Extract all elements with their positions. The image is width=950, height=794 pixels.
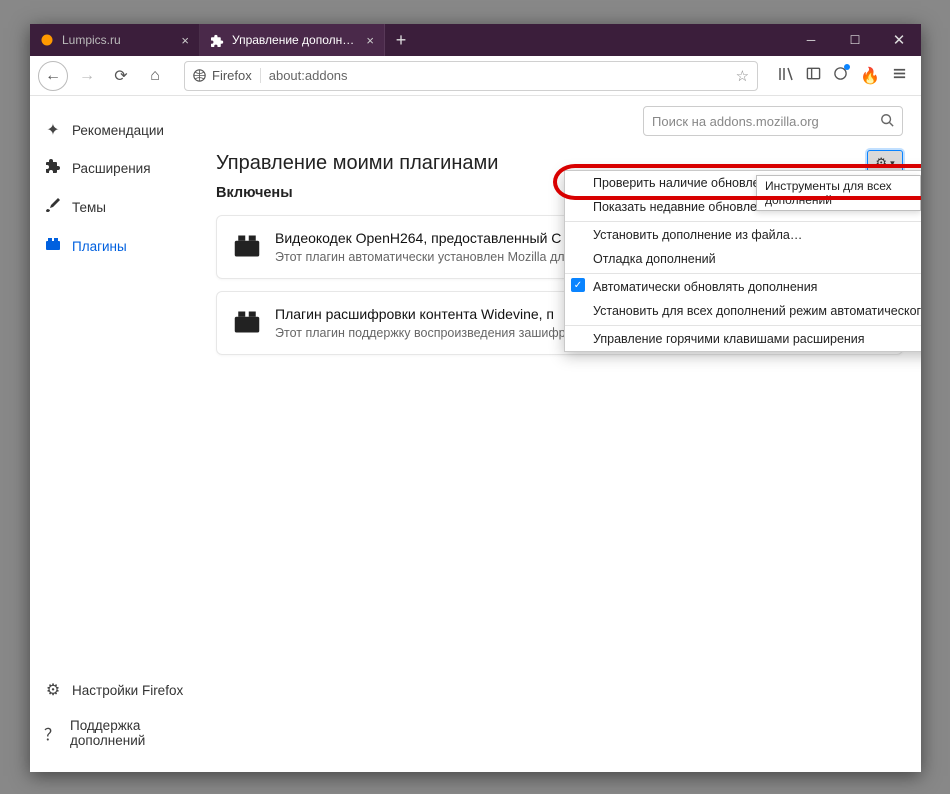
addons-sidebar: ✦ Рекомендации Расширения Темы Плагины <box>30 96 212 772</box>
notification-icon[interactable] <box>833 66 848 85</box>
sidebar-item-plugins[interactable]: Плагины <box>34 228 208 265</box>
sidebar-item-label: Поддержка дополнений <box>70 718 198 748</box>
favicon-addons <box>210 33 224 47</box>
sparkle-icon: ✦ <box>44 120 62 140</box>
sidebar-item-settings[interactable]: ⚙ Настройки Firefox <box>34 672 208 708</box>
brush-icon <box>44 197 62 218</box>
tab-label: Lumpics.ru <box>62 33 173 47</box>
minimize-button[interactable]: ─ <box>789 24 833 56</box>
nav-bar: ← → ⟳ ⌂ Firefox about:addons ☆ 🔥 <box>30 56 921 96</box>
tab-lumpics[interactable]: Lumpics.ru × <box>30 24 200 56</box>
puzzle-icon <box>44 158 62 179</box>
sidebar-item-label: Рекомендации <box>72 123 164 138</box>
menu-item-reset-update-mode[interactable]: Установить для всех дополнений режим авт… <box>565 299 921 323</box>
search-placeholder: Поиск на addons.mozilla.org <box>652 114 880 129</box>
url-text: about:addons <box>269 68 736 83</box>
plugin-icon <box>44 236 62 257</box>
menu-item-manage-shortcuts[interactable]: Управление горячими клавишами расширения <box>565 325 921 351</box>
close-window-button[interactable]: ✕ <box>877 24 921 56</box>
addons-search[interactable]: Поиск на addons.mozilla.org <box>643 106 903 136</box>
toolbar-icons: 🔥 <box>772 66 913 86</box>
home-button[interactable]: ⌂ <box>140 61 170 91</box>
tools-tooltip: Инструменты для всех дополнений <box>756 175 921 211</box>
chevron-down-icon: ▾ <box>890 158 895 169</box>
sidebar-icon[interactable] <box>806 66 821 85</box>
sidebar-item-label: Темы <box>72 200 106 215</box>
search-icon <box>880 113 894 130</box>
close-icon[interactable]: × <box>366 33 374 48</box>
bookmark-star-icon[interactable]: ☆ <box>736 67 749 85</box>
sidebar-item-extensions[interactable]: Расширения <box>34 150 208 187</box>
tab-bar: Lumpics.ru × Управление дополнениями × +… <box>30 24 921 56</box>
close-icon[interactable]: × <box>181 33 189 48</box>
maximize-button[interactable]: ☐ <box>833 24 877 56</box>
gear-icon: ⚙ <box>875 155 887 171</box>
identity-box[interactable]: Firefox <box>193 68 261 83</box>
check-icon: ✓ <box>571 278 585 292</box>
new-tab-button[interactable]: + <box>385 24 417 56</box>
sidebar-item-label: Плагины <box>72 239 127 254</box>
library-icon[interactable] <box>778 66 794 86</box>
window-controls: ─ ☐ ✕ <box>789 24 921 56</box>
menu-item-auto-update[interactable]: ✓ Автоматически обновлять дополнения <box>565 273 921 299</box>
content-area: ✦ Рекомендации Расширения Темы Плагины <box>30 96 921 772</box>
gear-icon: ⚙ <box>44 680 62 700</box>
app-menu-button[interactable] <box>892 66 907 85</box>
reload-button[interactable]: ⟳ <box>106 61 136 91</box>
sidebar-item-support[interactable]: ？ Поддержка дополнений <box>34 710 208 756</box>
sidebar-item-label: Настройки Firefox <box>72 683 183 698</box>
menu-item-debug-addons[interactable]: Отладка дополнений <box>565 247 921 271</box>
help-icon: ？ <box>44 721 60 745</box>
tab-label: Управление дополнениями <box>232 33 358 47</box>
plugin-icon <box>233 232 261 260</box>
url-bar[interactable]: Firefox about:addons ☆ <box>184 61 758 91</box>
sidebar-item-recommendations[interactable]: ✦ Рекомендации <box>34 112 208 148</box>
plugin-icon <box>233 308 261 336</box>
extension-icon[interactable]: 🔥 <box>860 66 880 86</box>
favicon-lumpics <box>40 33 54 47</box>
menu-item-install-from-file[interactable]: Установить дополнение из файла… <box>565 221 921 247</box>
back-button[interactable]: ← <box>38 61 68 91</box>
sidebar-item-label: Расширения <box>72 161 151 176</box>
forward-button[interactable]: → <box>72 61 102 91</box>
tab-addons[interactable]: Управление дополнениями × <box>200 24 385 56</box>
browser-window: Lumpics.ru × Управление дополнениями × +… <box>30 24 921 772</box>
identity-label: Firefox <box>212 68 252 83</box>
sidebar-item-themes[interactable]: Темы <box>34 189 208 226</box>
